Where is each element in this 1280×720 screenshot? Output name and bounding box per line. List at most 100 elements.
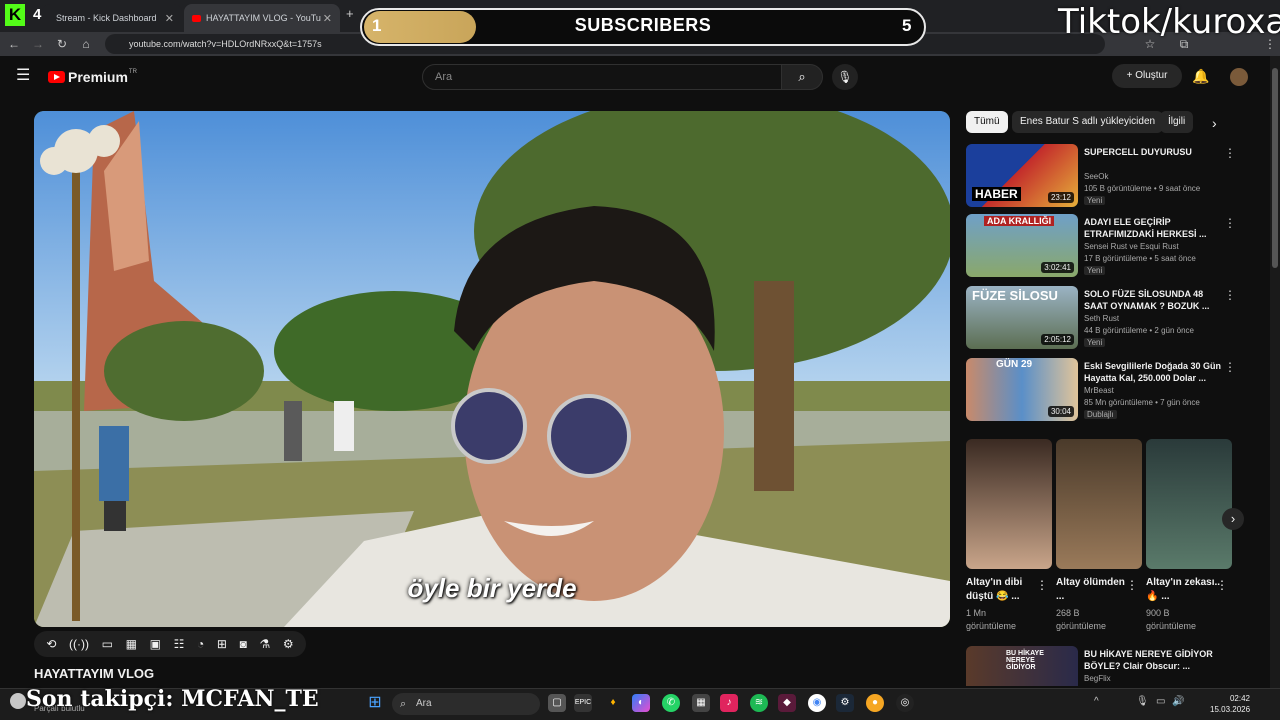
store-icon[interactable]: ▦: [692, 694, 710, 712]
clip-icon[interactable]: ▦: [126, 637, 137, 651]
video-player[interactable]: öyle bir yerde: [34, 111, 950, 627]
video-frame: [34, 111, 950, 627]
recommendation-item[interactable]: ADA KRALLIĞI 3:02:41 ADAYI ELE GEÇİRİP E…: [966, 214, 1266, 280]
chrome-icon[interactable]: ◉: [808, 694, 826, 712]
search-input[interactable]: Ara: [422, 64, 782, 90]
video-thumbnail[interactable]: BU HİKAYE NEREYE GİDİYOR: [966, 646, 1078, 686]
youtube-premium-logo[interactable]: Premium TR: [48, 69, 137, 85]
duration-badge: 2:05:12: [1041, 334, 1074, 345]
hamburger-menu-icon[interactable]: ☰: [16, 68, 30, 84]
search-icon[interactable]: ⌕: [781, 64, 823, 90]
tab-kick-dashboard[interactable]: Stream - Kick Dashboard ✕: [42, 4, 182, 32]
more-options-icon[interactable]: ⋮: [1216, 578, 1228, 592]
scrollbar-thumb[interactable]: [1272, 68, 1278, 268]
chip-uploader[interactable]: Enes Batur S adlı yükleyiciden: [1012, 111, 1164, 133]
status-badge: Yeni: [1084, 338, 1106, 347]
chevron-right-icon[interactable]: ›: [1212, 115, 1217, 131]
recommendation-item[interactable]: FÜZE SİLOSU 2:05:12 SOLO FÜZE SİLOSUNDA …: [966, 286, 1266, 352]
short-thumbnail[interactable]: [1056, 439, 1142, 569]
recommendation-item[interactable]: BU HİKAYE NEREYE GİDİYOR BU HİKAYE NEREY…: [966, 646, 1266, 686]
video-thumbnail[interactable]: HABER 23:12: [966, 144, 1078, 207]
taskbar-search[interactable]: ⌕ Ara: [392, 693, 540, 715]
windows-start-icon[interactable]: ⊞: [366, 694, 384, 712]
more-options-icon[interactable]: ⋮: [1126, 578, 1138, 592]
chapters-icon[interactable]: ☷: [174, 637, 185, 651]
tab-youtube[interactable]: HAYATTAYIM VLOG - YouTu ✕: [184, 4, 340, 32]
clock-date: 15.03.2026: [1210, 705, 1251, 714]
rec-meta: 17 B görüntüleme • 5 saat önce: [1084, 254, 1196, 263]
task-view-icon[interactable]: ▢: [548, 694, 566, 712]
video-thumbnail[interactable]: ADA KRALLIĞI 3:02:41: [966, 214, 1078, 277]
rec-channel[interactable]: BegFlix: [1084, 674, 1111, 683]
rec-channel[interactable]: SeeOk: [1084, 172, 1108, 181]
tiktok-icon[interactable]: ♪: [720, 694, 738, 712]
home-icon[interactable]: ⌂: [78, 36, 94, 52]
clock[interactable]: 02:42 15.03.2026: [1210, 693, 1250, 715]
shorts-next-icon[interactable]: ›: [1222, 508, 1244, 530]
rec-channel[interactable]: MrBeast: [1084, 386, 1114, 395]
duration-badge: 23:12: [1047, 192, 1074, 203]
short-item[interactable]: Altay ölümden ... 268 B görüntüleme: [1056, 576, 1134, 633]
video-thumbnail[interactable]: GÜN 29 30:04: [966, 358, 1078, 421]
create-label: Oluştur: [1135, 70, 1168, 81]
rec-meta: 85 Mn görüntüleme • 7 gün önce: [1084, 398, 1200, 407]
taskbar-search-label: Ara: [416, 698, 432, 709]
add-icon[interactable]: ⊞: [217, 637, 227, 651]
forward-icon[interactable]: →: [30, 36, 46, 52]
more-options-icon[interactable]: ⋮: [1224, 146, 1236, 160]
duration-badge: 3:02:41: [1041, 262, 1074, 273]
volume-icon[interactable]: 🔊: [1172, 696, 1184, 707]
more-options-icon[interactable]: ⋮: [1224, 216, 1236, 230]
scrollbar[interactable]: [1270, 56, 1280, 688]
microphone-icon[interactable]: 🎙: [1136, 696, 1149, 707]
loop-icon[interactable]: ⟲: [46, 637, 56, 651]
rec-channel[interactable]: Seth Rust: [1084, 314, 1119, 323]
flask-icon[interactable]: ⚗: [259, 637, 270, 651]
app-icon[interactable]: ●: [866, 694, 884, 712]
more-options-icon[interactable]: ⋮: [1224, 288, 1236, 302]
new-tab-icon[interactable]: +: [346, 6, 354, 21]
weather-icon[interactable]: [10, 693, 26, 709]
more-options-icon[interactable]: ⋮: [1224, 360, 1236, 374]
back-icon[interactable]: ←: [6, 36, 22, 52]
obs-icon[interactable]: ◎: [896, 694, 914, 712]
chip-related[interactable]: İlgili: [1160, 111, 1194, 133]
recommendation-item[interactable]: HABER 23:12 SUPERCELL DUYURUSU SeeOk 105…: [966, 144, 1266, 210]
logo-country: TR: [128, 69, 137, 75]
image-icon[interactable]: ▣: [150, 637, 161, 651]
chip-all[interactable]: Tümü: [966, 111, 1008, 133]
notifications-bell-icon[interactable]: 🔔: [1192, 68, 1209, 85]
app-icon[interactable]: ◆: [778, 694, 796, 712]
clock-time: 02:42: [1229, 694, 1250, 703]
app-icon[interactable]: ♦: [604, 694, 622, 712]
screenshot-icon[interactable]: ◙: [240, 637, 247, 651]
reload-icon[interactable]: ↻: [54, 36, 70, 52]
rec-title: BU HİKAYE NEREYE GİDİYOR BÖYLE? Clair Ob…: [1084, 649, 1213, 671]
whatsapp-icon[interactable]: ✆: [662, 694, 680, 712]
network-icon[interactable]: ▭: [1156, 696, 1165, 707]
video-thumbnail[interactable]: FÜZE SİLOSU 2:05:12: [966, 286, 1078, 349]
steam-icon[interactable]: ⚙: [836, 694, 854, 712]
short-item[interactable]: Altay'ın dibi düştü 😂 ... 1 Mn görüntüle…: [966, 576, 1044, 633]
theater-icon[interactable]: ▭: [102, 637, 113, 651]
short-item[interactable]: Altay'ın zekası.. 🔥 ... 900 B görüntülem…: [1146, 576, 1224, 633]
spotify-icon[interactable]: ≋: [750, 694, 768, 712]
short-thumbnail[interactable]: [966, 439, 1052, 569]
copilot-icon[interactable]: ◐: [632, 694, 650, 712]
close-icon[interactable]: ✕: [165, 12, 174, 25]
avatar[interactable]: [1230, 68, 1248, 86]
kick-logo: K: [5, 4, 25, 26]
rec-channel[interactable]: Sensei Rust ve Esqui Rust: [1084, 242, 1179, 251]
speed-icon[interactable]: ◔: [197, 637, 204, 651]
tray-chevron-icon[interactable]: ^: [1094, 696, 1099, 707]
create-button[interactable]: + Oluştur: [1112, 64, 1182, 88]
short-thumbnail[interactable]: [1146, 439, 1232, 569]
more-options-icon[interactable]: ⋮: [1036, 578, 1048, 592]
close-icon[interactable]: ✕: [323, 12, 332, 25]
recommendation-item[interactable]: GÜN 29 30:04 Eski Sevgililerle Doğada 30…: [966, 358, 1266, 424]
status-badge: Yeni: [1084, 196, 1106, 205]
epic-games-icon[interactable]: EPIC: [574, 694, 592, 712]
settings-gear-icon[interactable]: ⚙: [283, 637, 294, 651]
broadcast-icon[interactable]: ((·)): [69, 637, 89, 651]
microphone-icon[interactable]: 🎙: [832, 64, 858, 90]
